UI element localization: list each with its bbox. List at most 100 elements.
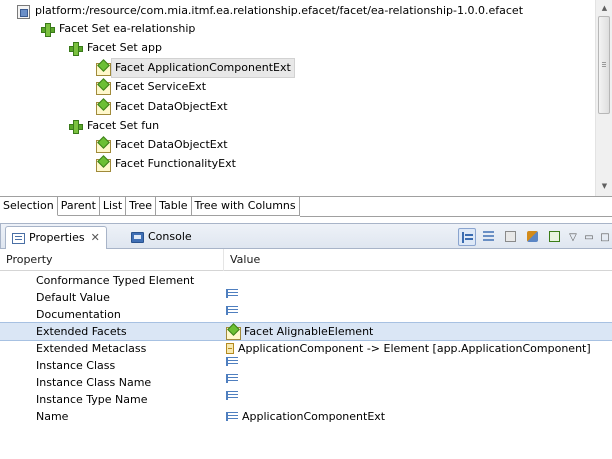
table-row[interactable]: Instance Type Name	[0, 391, 612, 408]
tab-properties[interactable]: Properties ✕	[5, 226, 107, 249]
tree-item-label: Facet Set ea-relationship	[59, 22, 196, 35]
properties-toolbar: ▽ ▭ □	[454, 227, 612, 247]
property-name: Documentation	[36, 308, 121, 321]
property-value[interactable]: Facet AlignableElement	[226, 323, 373, 340]
filter-icon	[505, 231, 516, 242]
tree-item-facet-functionalityext[interactable]: Facet FunctionalityExt	[96, 155, 239, 173]
property-value[interactable]	[226, 374, 242, 383]
table-row[interactable]: Name ApplicationComponentExt	[0, 408, 612, 425]
tree-item-label: Facet ServiceExt	[115, 80, 207, 93]
facet-icon	[96, 100, 111, 115]
text-value-icon	[226, 374, 238, 383]
facet-icon	[96, 80, 111, 95]
tab-table[interactable]: Table	[156, 197, 192, 216]
tab-tree-with-columns[interactable]: Tree with Columns	[191, 197, 300, 216]
show-advanced-button[interactable]	[480, 228, 498, 246]
text-value-icon	[226, 306, 238, 315]
tree-item-facet-dataobjectext[interactable]: Facet DataObjectExt	[96, 98, 231, 116]
tree-item-facet-applicationcomponentext[interactable]: Facet ApplicationComponentExt	[96, 58, 295, 78]
tree-item-label: Facet ApplicationComponentExt	[111, 58, 295, 78]
property-name: Extended Metaclass	[36, 342, 147, 355]
scroll-up-arrow-icon[interactable]: ▲	[596, 0, 612, 16]
property-name: Name	[36, 410, 69, 423]
tree-item-facet-set-ea-relationship[interactable]: Facet Set ea-relationship	[40, 20, 198, 38]
pin-button[interactable]	[546, 228, 564, 246]
minimize-icon[interactable]: ▭	[582, 232, 596, 243]
tab-console-label: Console	[148, 230, 192, 243]
tree-item-label: Facet Set fun	[87, 119, 160, 132]
tree-vertical-scrollbar[interactable]: ▲ ▼	[595, 0, 612, 196]
show-categories-button[interactable]	[458, 228, 476, 246]
resource-icon	[16, 4, 30, 19]
property-name: Instance Type Name	[36, 393, 148, 406]
tree-item-label: Facet Set app	[87, 41, 162, 54]
facet-icon	[226, 325, 241, 340]
column-header-value[interactable]: Value	[224, 249, 612, 271]
table-row[interactable]: Extended Metaclass ApplicationComponent …	[0, 340, 612, 357]
tree-item-facet-set-fun[interactable]: Facet Set fun	[68, 117, 162, 135]
console-icon	[131, 231, 144, 243]
property-value[interactable]: ApplicationComponentExt	[226, 408, 385, 425]
text-value-icon	[226, 289, 238, 298]
text-value-icon	[226, 412, 238, 421]
scrollbar-thumb[interactable]	[598, 16, 610, 114]
tab-list[interactable]: List	[99, 197, 127, 216]
close-icon[interactable]: ✕	[91, 227, 100, 249]
facet-icon	[96, 138, 111, 153]
table-header: Property Value	[0, 249, 612, 271]
properties-view: Properties ✕ Console ▽ ▭ □ Property Valu…	[0, 223, 612, 459]
facet-icon	[96, 157, 111, 172]
tree-item-label: platform:/resource/com.mia.itmf.ea.relat…	[35, 4, 524, 17]
table-row[interactable]: Default Value	[0, 289, 612, 306]
property-name: Conformance Typed Element	[36, 274, 195, 287]
table-row[interactable]: Conformance Typed Element	[0, 272, 612, 289]
properties-icon	[12, 232, 25, 244]
facet-icon	[96, 61, 111, 76]
properties-view-header: Properties ✕ Console ▽ ▭ □	[0, 223, 612, 249]
facet-set-icon	[68, 119, 83, 134]
tab-console[interactable]: Console	[125, 226, 198, 248]
facet-set-icon	[40, 22, 55, 37]
tab-selection[interactable]: Selection	[0, 197, 58, 216]
table-row[interactable]: Instance Class	[0, 357, 612, 374]
property-name: Instance Class	[36, 359, 116, 372]
property-name: Extended Facets	[36, 325, 127, 338]
view-menu-icon[interactable]: ▽	[566, 232, 580, 243]
tree-item-label: Facet DataObjectExt	[115, 100, 228, 113]
text-value-icon	[226, 391, 238, 400]
show-categories-icon	[462, 232, 473, 243]
show-advanced-icon	[483, 231, 494, 242]
property-value[interactable]	[226, 306, 242, 315]
scrollbar-grip-icon	[602, 62, 606, 67]
column-header-property[interactable]: Property	[0, 249, 224, 271]
restore-default-icon	[527, 231, 538, 242]
property-value[interactable]	[226, 391, 242, 400]
tab-tree[interactable]: Tree	[126, 197, 157, 216]
property-value[interactable]	[226, 289, 242, 298]
property-value[interactable]: ApplicationComponent -> Element [app.App…	[226, 340, 591, 357]
tab-parent[interactable]: Parent	[57, 197, 100, 216]
restore-default-button[interactable]	[524, 228, 542, 246]
tab-properties-label: Properties	[29, 231, 85, 244]
tree-item-label: Facet FunctionalityExt	[115, 157, 236, 170]
tree-item-resource[interactable]: platform:/resource/com.mia.itmf.ea.relat…	[16, 2, 526, 20]
maximize-icon[interactable]: □	[598, 232, 612, 243]
tree-item-label: Facet DataObjectExt	[115, 138, 228, 151]
table-row[interactable]: Instance Class Name	[0, 374, 612, 391]
tree-item-facet-set-app[interactable]: Facet Set app	[68, 39, 165, 57]
properties-table[interactable]: Property Value Conformance Typed Element…	[0, 249, 612, 459]
facet-set-icon	[68, 41, 83, 56]
tree-item-facet-dataobjectext-fun[interactable]: Facet DataObjectExt	[96, 136, 231, 154]
filter-button[interactable]	[502, 228, 520, 246]
property-name: Instance Class Name	[36, 376, 152, 389]
table-row[interactable]: Extended Facets Facet AlignableElement	[0, 322, 612, 341]
text-value-icon	[226, 357, 238, 366]
scroll-down-arrow-icon[interactable]: ▼	[596, 178, 612, 194]
property-name: Default Value	[36, 291, 110, 304]
property-value[interactable]	[226, 357, 242, 366]
tree-item-facet-serviceext[interactable]: Facet ServiceExt	[96, 78, 209, 96]
table-row[interactable]: Documentation	[0, 306, 612, 323]
editor-view-tabs: Selection Parent List Tree Table Tree wi…	[0, 196, 612, 217]
pin-icon	[549, 231, 560, 242]
facet-tree[interactable]: platform:/resource/com.mia.itmf.ea.relat…	[0, 0, 612, 196]
